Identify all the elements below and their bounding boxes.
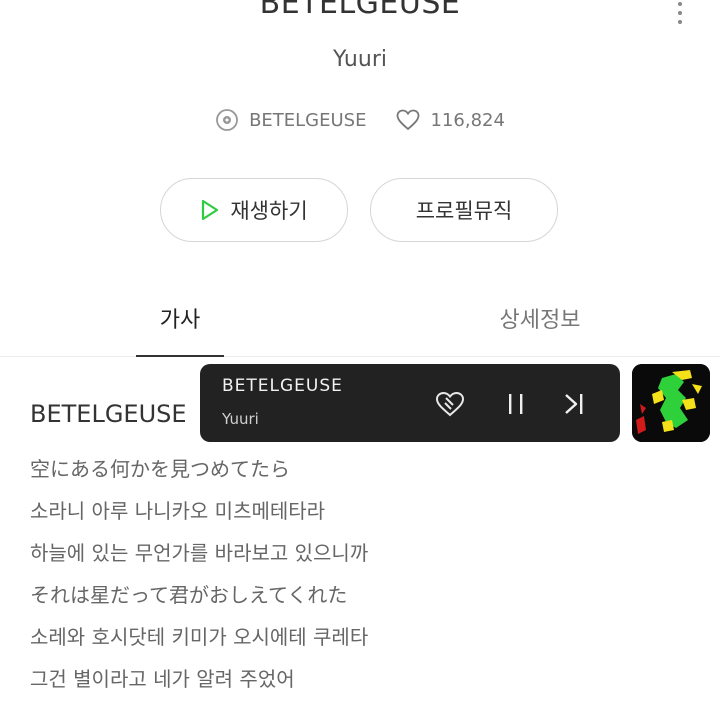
artist-name[interactable]: Yuuri bbox=[0, 47, 720, 72]
tab-details[interactable]: 상세정보 bbox=[470, 280, 610, 356]
play-icon bbox=[202, 199, 219, 221]
pause-icon bbox=[509, 394, 523, 414]
heart-outline-icon bbox=[397, 109, 420, 131]
like-count: 116,824 bbox=[430, 109, 505, 131]
lyric-line: 소레와 호시닷테 키미가 오시에테 쿠레타 bbox=[30, 625, 369, 649]
more-options-button[interactable] bbox=[668, 0, 692, 26]
disc-icon bbox=[216, 109, 238, 131]
mini-player-pause-button[interactable] bbox=[498, 386, 534, 422]
lyric-line: 하늘에 있는 무언가를 바라보고 있으니까 bbox=[30, 541, 369, 565]
like-toggle[interactable]: 116,824 bbox=[396, 109, 505, 131]
profile-music-label: 프로필뮤직 bbox=[415, 199, 513, 223]
meta-row: BETELGEUSE 116,824 bbox=[0, 108, 720, 132]
mini-player-artist: Yuuri bbox=[222, 410, 259, 428]
album-art-thumbnail[interactable] bbox=[632, 364, 710, 442]
lyric-line: 空にある何かを見つめてたら bbox=[30, 457, 290, 481]
more-vertical-icon bbox=[678, 2, 682, 6]
tab-lyrics[interactable]: 가사 bbox=[136, 280, 224, 357]
mini-player[interactable]: BETELGEUSE Yuuri bbox=[200, 364, 620, 442]
play-button-label: 재생하기 bbox=[230, 199, 308, 223]
skip-next-icon bbox=[565, 394, 583, 414]
album-link[interactable]: BETELGEUSE bbox=[215, 108, 366, 132]
play-button[interactable]: 재생하기 bbox=[160, 178, 348, 242]
profile-music-button[interactable]: 프로필뮤직 bbox=[370, 178, 558, 242]
lyric-line: それは星だって君がおしえてくれた bbox=[30, 583, 348, 607]
lyrics-panel: BETELGEUSE 空にある何かを見つめてたら 소라니 아루 나니카오 미츠메… bbox=[30, 400, 690, 700]
heart-broken-icon bbox=[435, 391, 465, 417]
action-row: 재생하기 프로필뮤직 bbox=[160, 178, 558, 242]
mini-player-like-button[interactable] bbox=[432, 386, 468, 422]
lyric-line: 그건 별이라고 네가 알려 주었어 bbox=[30, 667, 295, 691]
tab-bar: 가사 상세정보 bbox=[0, 280, 720, 357]
album-name: BETELGEUSE bbox=[249, 109, 367, 131]
lyric-line: 소라니 아루 나니카오 미츠메테타라 bbox=[30, 499, 326, 523]
song-title: BETELGEUSE bbox=[259, 0, 461, 21]
mini-player-title: BETELGEUSE bbox=[222, 376, 343, 396]
album-art-image bbox=[632, 364, 710, 442]
mini-player-next-button[interactable] bbox=[556, 386, 592, 422]
